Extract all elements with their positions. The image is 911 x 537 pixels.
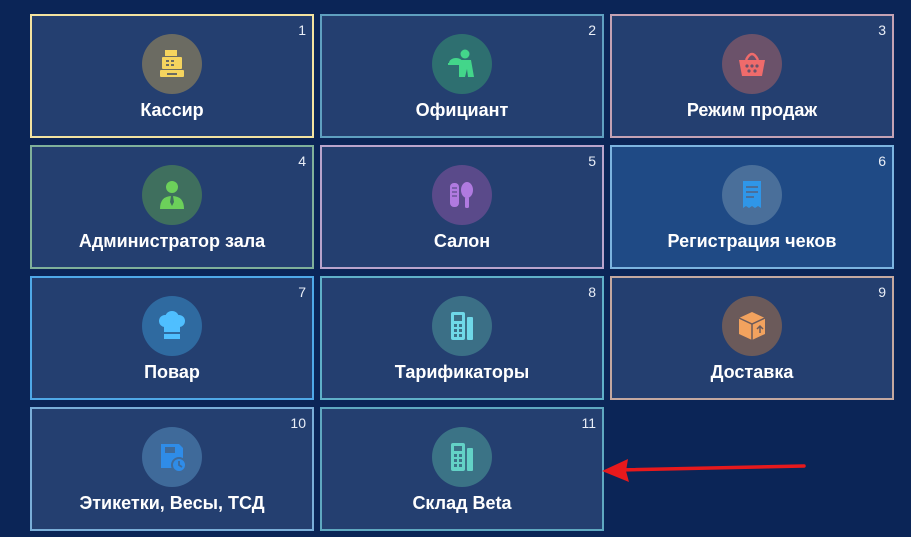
tile-number: 6 [878,153,886,169]
icon-circle [432,296,492,356]
tile-tariff-terminals[interactable]: 8 Тарификаторы [320,276,604,400]
tile-labels-scales-tsd[interactable]: 10 Этикетки, Весы, ТСД [30,407,314,531]
icon-circle [142,296,202,356]
tile-label: Официант [415,100,509,120]
tile-receipt-registration[interactable]: 6 Регистрация чеков [610,145,894,269]
icon-circle [432,34,492,94]
tile-cook[interactable]: 7 Повар [30,276,314,400]
administrator-icon [160,181,184,209]
tile-label: Этикетки, Весы, ТСД [79,493,265,513]
tile-sales-mode[interactable]: 3 Режим продаж [610,14,894,138]
tile-label: Режим продаж [686,100,818,120]
tile-number: 5 [588,153,596,169]
module-grid: 1 Кассир 2 Официант 3 Режим продаж 4 Адм… [0,0,911,537]
tile-number: 4 [298,153,306,169]
tile-number: 10 [290,415,306,431]
tile-label: Склад Beta [412,493,512,513]
icon-circle [432,165,492,225]
annotation-arrow-icon [602,459,806,482]
receipt-icon [743,181,761,208]
tile-salon[interactable]: 5 Салон [320,145,604,269]
icon-circle [142,427,202,487]
tile-warehouse-beta[interactable]: 11 Склад Beta [320,407,604,531]
tile-number: 8 [588,284,596,300]
icon-circle [722,165,782,225]
tile-label: Повар [144,362,200,382]
tile-hall-administrator[interactable]: 4 Администратор зала [30,145,314,269]
waiter-icon [448,49,474,77]
labels-scales-icon [161,444,187,473]
delivery-box-icon [738,312,766,340]
tile-number: 7 [298,284,306,300]
tile-label: Салон [433,231,491,251]
icon-circle [142,34,202,94]
tile-delivery[interactable]: 9 Доставка [610,276,894,400]
shopping-basket-icon [739,52,765,76]
tile-label: Регистрация чеков [667,231,837,251]
icon-circle [142,165,202,225]
tile-number: 1 [298,22,306,38]
tile-waiter[interactable]: 2 Официант [320,14,604,138]
tile-label: Администратор зала [78,231,266,251]
warehouse-icon [451,443,473,471]
tile-number: 11 [581,415,596,431]
icon-circle [722,34,782,94]
tile-label: Тарификаторы [394,362,530,382]
icon-circle [432,427,492,487]
cash-register-icon [160,50,184,77]
tile-number: 9 [878,284,886,300]
chef-hat-icon [159,311,185,339]
tile-cashier[interactable]: 1 Кассир [30,14,314,138]
salon-icon [450,182,473,208]
tariff-terminal-icon [451,312,473,340]
tile-number: 2 [588,22,596,38]
icon-circle [722,296,782,356]
tile-label: Доставка [710,362,794,382]
tile-number: 3 [878,22,886,38]
tile-label: Кассир [140,100,204,120]
